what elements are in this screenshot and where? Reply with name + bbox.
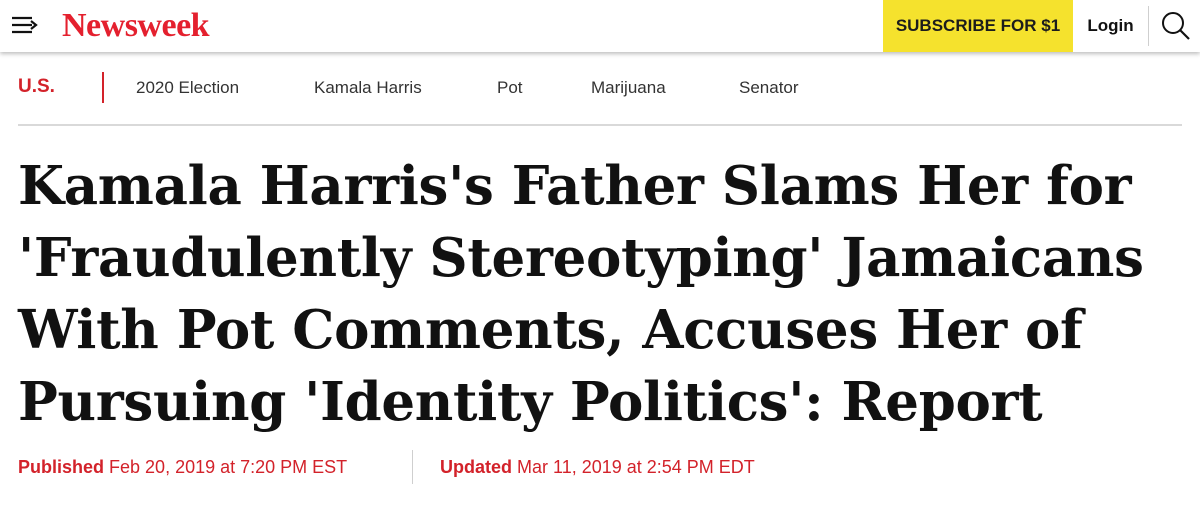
header-divider	[1148, 6, 1149, 46]
published-date: Feb 20, 2019 at 7:20 PM EST	[109, 457, 348, 477]
topic-link-marijuana[interactable]: Marijuana	[591, 78, 666, 98]
article-headline: Kamala Harris's Father Slams Her for 'Fr…	[18, 155, 1144, 433]
date-divider	[412, 450, 413, 484]
updated-label: Updated	[440, 457, 512, 477]
nav-divider	[102, 72, 104, 103]
published-info: Published Feb 20, 2019 at 7:20 PM EST	[18, 457, 347, 478]
menu-icon[interactable]	[10, 12, 40, 38]
search-icon[interactable]	[1158, 9, 1192, 43]
site-logo[interactable]: Newsweek	[62, 4, 210, 48]
section-link-us[interactable]: U.S.	[18, 76, 55, 98]
subscribe-button[interactable]: SUBSCRIBE FOR $1	[883, 0, 1073, 52]
login-button[interactable]: Login	[1073, 0, 1148, 52]
topic-link-kamala-harris[interactable]: Kamala Harris	[314, 78, 422, 98]
topic-link-pot[interactable]: Pot	[497, 78, 523, 98]
topic-link-2020-election[interactable]: 2020 Election	[136, 78, 239, 98]
topic-link-senator[interactable]: Senator	[739, 78, 799, 98]
site-header: Newsweek SUBSCRIBE FOR $1 Login	[0, 0, 1200, 52]
article-dates: Published Feb 20, 2019 at 7:20 PM EST Up…	[18, 450, 1182, 484]
published-label: Published	[18, 457, 105, 477]
updated-date: Mar 11, 2019 at 2:54 PM EDT	[517, 457, 755, 477]
topic-nav: U.S. 2020 Election Kamala Harris Pot Mar…	[18, 52, 1182, 126]
updated-info: Updated Mar 11, 2019 at 2:54 PM EDT	[440, 457, 755, 478]
